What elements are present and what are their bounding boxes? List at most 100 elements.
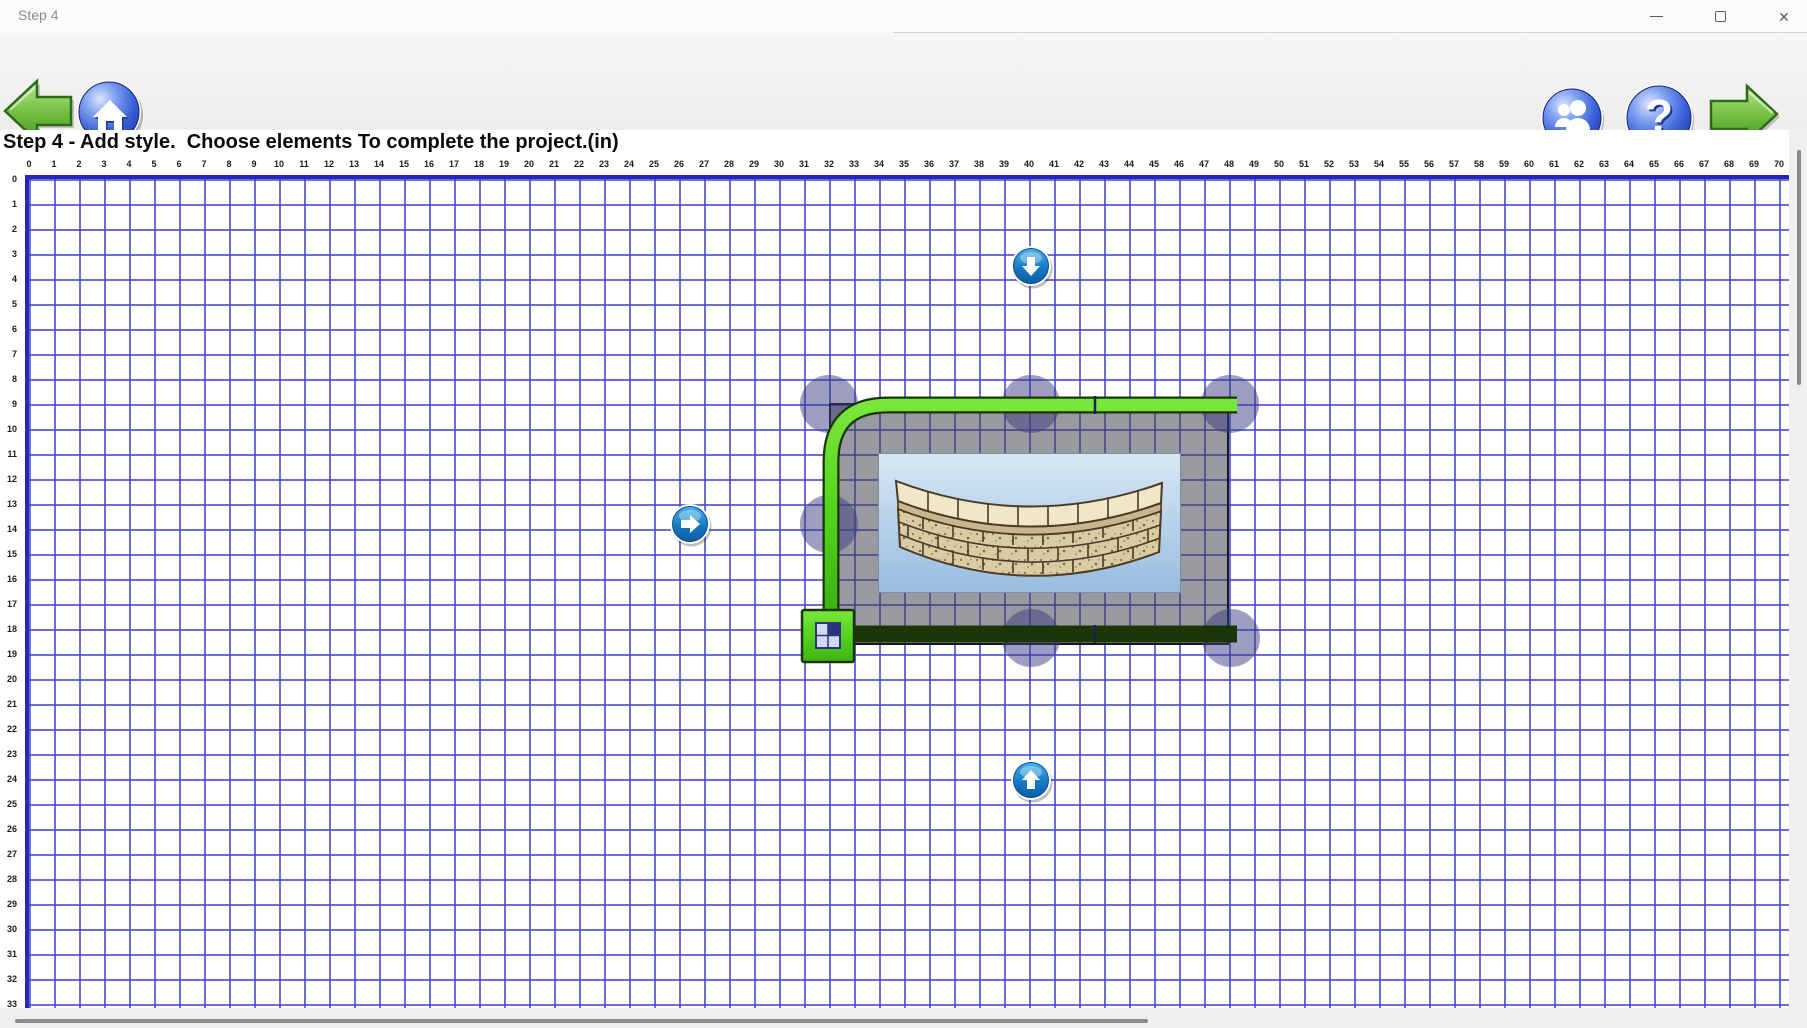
ruler-top-label: 55	[1390, 159, 1418, 169]
ruler-top-label: 26	[665, 159, 693, 169]
ruler-top-label: 4	[115, 159, 143, 169]
ruler-top-label: 2	[65, 159, 93, 169]
ruler-top-label: 52	[1315, 159, 1343, 169]
ruler-top-label: 13	[340, 159, 368, 169]
ruler-left-label: 31	[0, 948, 17, 960]
ruler-top-label: 30	[765, 159, 793, 169]
ruler-left-label: 23	[0, 748, 17, 760]
ruler-left-label: 27	[0, 848, 17, 860]
maximize-icon	[1715, 11, 1726, 22]
ruler-left-label: 15	[0, 548, 17, 560]
ruler-left-label: 32	[0, 973, 17, 985]
ruler-top-label: 45	[1140, 159, 1168, 169]
ruler-left-label: 11	[0, 448, 17, 460]
ruler-top-label: 41	[1040, 159, 1068, 169]
ruler-left: 0123456789101112131415161718192021222324…	[0, 176, 22, 1008]
ruler-top-label: 66	[1665, 159, 1693, 169]
ruler-top-label: 57	[1440, 159, 1468, 169]
ruler-top-label: 23	[590, 159, 618, 169]
ruler-top-label: 12	[315, 159, 343, 169]
ruler-top-label: 56	[1415, 159, 1443, 169]
ruler-left-label: 16	[0, 573, 17, 585]
ruler-left-label: 19	[0, 648, 17, 660]
ruler-top-label: 59	[1490, 159, 1518, 169]
ruler-left-label: 21	[0, 698, 17, 710]
window-controls: ✕	[1641, 0, 1799, 33]
ruler-top-label: 29	[740, 159, 768, 169]
ruler-left-label: 22	[0, 723, 17, 735]
ruler-top-label: 68	[1715, 159, 1743, 169]
ruler-top-label: 6	[165, 159, 193, 169]
ruler-left-label: 2	[0, 223, 17, 235]
ruler-top-label: 62	[1565, 159, 1593, 169]
horizontal-scrollbar-thumb[interactable]	[15, 1019, 1148, 1023]
ruler-top-label: 51	[1290, 159, 1318, 169]
ruler-top-label: 64	[1615, 159, 1643, 169]
ruler-top-label: 39	[990, 159, 1018, 169]
ruler-top-label: 54	[1365, 159, 1393, 169]
ruler-top-label: 16	[415, 159, 443, 169]
ruler-top-label: 22	[565, 159, 593, 169]
ruler-left-label: 7	[0, 348, 17, 360]
ruler-left-label: 26	[0, 823, 17, 835]
horizontal-scrollbar[interactable]	[0, 1008, 1807, 1028]
wall-style-picture[interactable]	[879, 454, 1181, 593]
minimize-button[interactable]	[1641, 4, 1671, 30]
ruler-top-label: 35	[890, 159, 918, 169]
ruler-top-label: 67	[1690, 159, 1718, 169]
ruler-top-label: 5	[140, 159, 168, 169]
ruler-top-label: 1	[40, 159, 68, 169]
ruler-top-label: 46	[1165, 159, 1193, 169]
ruler-top-label: 20	[515, 159, 543, 169]
ruler-top-label: 50	[1265, 159, 1293, 169]
ruler-top-label: 14	[365, 159, 393, 169]
ruler-top-label: 32	[815, 159, 843, 169]
ruler-left-label: 30	[0, 923, 17, 935]
ruler-top-label: 31	[790, 159, 818, 169]
ruler-top-label: 63	[1590, 159, 1618, 169]
ruler-top-label: 61	[1540, 159, 1568, 169]
ruler-top-label: 25	[640, 159, 668, 169]
ruler-top-label: 44	[1115, 159, 1143, 169]
ruler-left-label: 0	[0, 173, 17, 185]
ruler-top-label: 42	[1065, 159, 1093, 169]
vertical-scrollbar-thumb[interactable]	[1797, 150, 1801, 385]
ruler-top-label: 48	[1215, 159, 1243, 169]
toolbar: ? ?	[0, 33, 1807, 130]
close-button[interactable]: ✕	[1769, 4, 1799, 30]
ruler-left-label: 4	[0, 273, 17, 285]
ruler-left-label: 9	[0, 398, 17, 410]
ruler-top-label: 3	[90, 159, 118, 169]
ruler-left-label: 6	[0, 323, 17, 335]
ruler-top-label: 11	[290, 159, 318, 169]
ruler-left-label: 5	[0, 298, 17, 310]
ruler-left-label: 10	[0, 423, 17, 435]
ruler-left-label: 25	[0, 798, 17, 810]
ruler-left-label: 20	[0, 673, 17, 685]
path-start-node[interactable]	[802, 610, 854, 662]
ruler-top-label: 58	[1465, 159, 1493, 169]
ruler-top-label: 60	[1515, 159, 1543, 169]
ruler-left-label: 12	[0, 473, 17, 485]
minimize-icon	[1650, 16, 1663, 18]
ruler-left-label: 18	[0, 623, 17, 635]
ruler-left-label: 8	[0, 373, 17, 385]
ruler-top-label: 40	[1015, 159, 1043, 169]
ruler-left-label: 13	[0, 498, 17, 510]
ruler-top-label: 8	[215, 159, 243, 169]
ruler-top-label: 10	[265, 159, 293, 169]
maximize-button[interactable]	[1705, 4, 1735, 30]
node-block-quadrant	[828, 623, 840, 636]
ruler-top-label: 34	[865, 159, 893, 169]
ruler-left-label: 24	[0, 773, 17, 785]
ruler-top-label: 21	[540, 159, 568, 169]
ruler-left-label: 3	[0, 248, 17, 260]
ruler-top-label: 37	[940, 159, 968, 169]
ruler-top-label: 28	[715, 159, 743, 169]
ruler-top-label: 43	[1090, 159, 1118, 169]
step-heading: Step 4 - Add style. Choose elements To c…	[3, 131, 619, 154]
ruler-top-label: 36	[915, 159, 943, 169]
ruler-top-label: 65	[1640, 159, 1668, 169]
ruler-top-label: 69	[1740, 159, 1768, 169]
ruler-left-label: 14	[0, 523, 17, 535]
